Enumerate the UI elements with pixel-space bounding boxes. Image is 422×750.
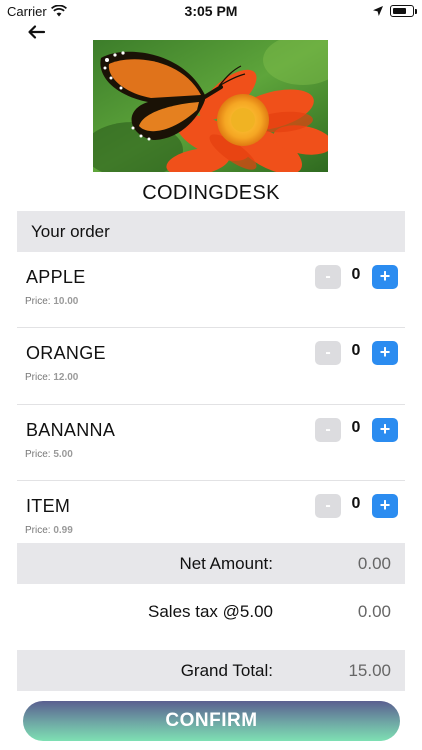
grand-total-value: 15.00 (348, 661, 391, 680)
quantity-value: 0 (351, 266, 361, 283)
item-price: Price: 12.00 (25, 372, 78, 383)
item-name: ORANGE (26, 343, 106, 364)
hero-image (93, 40, 328, 172)
back-button[interactable] (26, 23, 48, 41)
price-prefix: Price: (25, 525, 51, 537)
status-bar: Carrier 3:05 PM (0, 0, 422, 22)
net-amount-label: Net Amount: (179, 554, 273, 573)
decrease-quantity-button[interactable]: - (315, 341, 341, 366)
sales-tax-value: 0.00 (357, 602, 391, 621)
net-amount-value: 0.00 (357, 554, 391, 573)
shop-name: CODINGDESK (142, 182, 280, 204)
decrease-quantity-button[interactable]: - (315, 265, 341, 289)
grand-total-label: Grand Total: (180, 661, 273, 680)
quantity-value: 0 (351, 418, 361, 436)
net-amount-row: Net Amount: 0.00 (17, 543, 405, 584)
price-value: 0.99 (53, 525, 73, 537)
sales-tax-row: Sales tax @5.00 0.00 (17, 591, 405, 632)
quantity-value: 0 (351, 342, 361, 360)
sales-tax-label: Sales tax @5.00 (148, 602, 273, 621)
item-name: ITEM (26, 496, 71, 517)
price-value: 10.00 (53, 296, 79, 307)
price-value: 5.00 (53, 448, 73, 460)
order-section-header: Your order (17, 211, 405, 252)
order-item-apple: APPLE Price: 10.00 - 0 + (17, 252, 405, 329)
clock-time: 3:05 PM (184, 3, 238, 19)
confirm-button[interactable]: CONFIRM (23, 701, 400, 741)
item-price: Price: 10.00 (25, 296, 78, 307)
decrease-quantity-button[interactable]: - (315, 417, 341, 442)
price-prefix: Price: (25, 448, 51, 460)
order-item-orange: ORANGE Price: 12.00 - 0 + (17, 328, 405, 405)
butterfly-flower-image (93, 40, 328, 172)
increase-quantity-button[interactable]: + (372, 265, 398, 289)
back-arrow-icon (28, 25, 46, 39)
increase-quantity-button[interactable]: + (372, 494, 398, 519)
quantity-value: 0 (351, 495, 361, 513)
order-item-bananna: BANANNA Price: 5.00 - 0 + (17, 405, 405, 482)
item-name: APPLE (26, 267, 86, 287)
order-title: Your order (31, 222, 110, 241)
order-item-list: APPLE Price: 10.00 - 0 + ORANGE Price: 1… (17, 252, 405, 558)
item-price: Price: 0.99 (25, 525, 73, 536)
battery-tip (415, 9, 417, 14)
battery-level (392, 7, 406, 14)
price-prefix: Price: (25, 372, 51, 384)
grand-total-row: Grand Total: 15.00 (17, 650, 405, 691)
item-price: Price: 5.00 (25, 449, 73, 460)
location-icon (373, 6, 383, 16)
price-value: 12.00 (53, 372, 79, 384)
item-name: BANANNA (26, 419, 116, 440)
increase-quantity-button[interactable]: + (372, 341, 398, 366)
price-prefix: Price: (25, 296, 51, 307)
decrease-quantity-button[interactable]: - (315, 494, 341, 519)
battery-icon (390, 5, 414, 17)
increase-quantity-button[interactable]: + (372, 417, 398, 442)
